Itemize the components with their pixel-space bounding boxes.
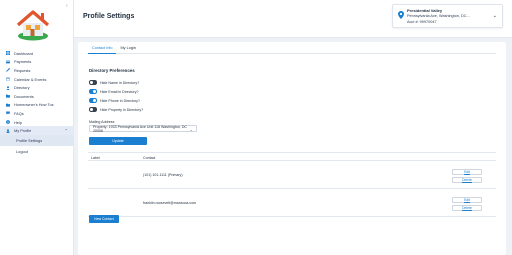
dashboard-icon xyxy=(6,51,10,56)
profile-settings-card: Contact Info My Login Directory Preferen… xyxy=(78,42,506,255)
sidebar-item-how-tos[interactable]: Homeowner's How Tos xyxy=(0,101,74,110)
sidebar-nav: Dashboard Payments Requests Calendar & E… xyxy=(0,49,74,157)
edit-contact-button[interactable]: Edit xyxy=(452,169,482,175)
contacts-table: Label Contact (101) 101-1111 (Primary) E… xyxy=(88,152,496,217)
sidebar-item-label: Directory xyxy=(14,85,30,91)
directory-icon xyxy=(6,85,10,90)
tab-my-login[interactable]: My Login xyxy=(116,42,139,54)
sidebar-item-label: My Profile xyxy=(14,128,32,134)
requests-icon xyxy=(6,68,10,73)
hide-name-toggle[interactable] xyxy=(89,80,97,85)
sidebar-subitem-logout[interactable]: Logout xyxy=(0,146,74,157)
delete-contact-button[interactable]: Delete xyxy=(452,205,482,211)
toggle-label: Hide Name in Directory? xyxy=(100,80,140,85)
table-row: (101) 101-1111 (Primary) Edit Delete xyxy=(88,161,496,189)
top-header: Profile Settings Presidential Valley Pen… xyxy=(74,0,512,38)
hide-phone-toggle[interactable] xyxy=(89,98,97,103)
edit-contact-button[interactable]: Edit xyxy=(452,197,482,203)
toggle-label: Hide Phone in Directory? xyxy=(100,98,140,103)
contact-value: franklin.roosevelt@mansoca.com xyxy=(143,201,197,205)
sidebar-item-label: Help xyxy=(14,119,23,125)
toggle-label: Hide Email in Directory? xyxy=(100,89,139,94)
sidebar-item-calendar[interactable]: Calendar & Events xyxy=(0,75,74,84)
sidebar-item-label: Documents xyxy=(14,93,34,99)
sidebar-item-faqs[interactable]: FAQs xyxy=(0,109,74,118)
column-header-contact: Contact xyxy=(143,155,156,160)
chevron-down-icon: ⌄ xyxy=(189,127,193,132)
sidebar-item-label: Homeowner's How Tos xyxy=(14,102,54,108)
sidebar-item-label: FAQs xyxy=(14,110,24,116)
calendar-icon xyxy=(6,77,10,81)
page-title: Profile Settings xyxy=(83,13,135,20)
sidebar-item-payments[interactable]: Payments xyxy=(0,58,74,67)
sidebar-subitem-label: Profile Settings xyxy=(16,137,43,143)
mailing-address-label: Mailing Address xyxy=(89,120,115,124)
hide-property-toggle[interactable] xyxy=(89,107,97,112)
toggle-row: Hide Name in Directory? xyxy=(89,78,143,87)
location-pin-icon xyxy=(398,11,404,19)
delete-contact-button[interactable]: Delete xyxy=(452,177,482,183)
toggle-row: Hide Property in Directory? xyxy=(89,105,143,114)
sidebar-item-label: Payments xyxy=(14,59,32,65)
chevron-up-icon: ⌃ xyxy=(64,128,68,134)
hide-email-toggle[interactable] xyxy=(89,89,97,94)
mailing-address-select[interactable]: Property: 1933 Pennsylvania Ave Unit 118… xyxy=(89,124,197,133)
account-number: Acct #: 99970047 xyxy=(407,20,437,24)
help-icon xyxy=(6,120,10,124)
toggle-row: Hide Phone in Directory? xyxy=(89,96,143,105)
tab-contact-info[interactable]: Contact Info xyxy=(88,42,117,54)
mailing-address-value: Property: 1933 Pennsylvania Ave Unit 118… xyxy=(93,124,188,133)
folder-icon xyxy=(6,103,10,107)
collapse-sidebar-icon[interactable]: ‹ xyxy=(66,3,68,9)
payments-icon xyxy=(6,60,10,64)
sidebar-item-label: Calendar & Events xyxy=(14,76,47,82)
profile-icon xyxy=(6,128,10,133)
sidebar-item-documents[interactable]: Documents xyxy=(0,92,74,101)
property-address: Pennsylvania Ave, Washington, DC... xyxy=(407,14,470,18)
toggle-label: Hide Property in Directory? xyxy=(100,107,144,112)
sidebar-subitem-profile-settings[interactable]: Profile Settings xyxy=(0,134,74,146)
sidebar-item-my-profile[interactable]: My Profile ⌃ xyxy=(0,126,74,135)
sidebar-item-directory[interactable]: Directory xyxy=(0,83,74,92)
sidebar-item-label: Dashboard xyxy=(14,50,34,56)
property-selector[interactable]: Presidential Valley Pennsylvania Ave, Wa… xyxy=(392,4,503,28)
documents-icon xyxy=(6,94,10,98)
sidebar-item-label: Requests xyxy=(14,67,31,73)
sidebar-item-help[interactable]: Help xyxy=(0,118,74,127)
contact-value: (101) 101-1111 (Primary) xyxy=(143,173,183,177)
table-row: franklin.roosevelt@mansoca.com Edit Dele… xyxy=(88,189,496,217)
chevron-down-icon: ⌄ xyxy=(492,13,497,19)
column-header-label: Label xyxy=(91,155,100,160)
sidebar-item-requests[interactable]: Requests xyxy=(0,66,74,75)
toggle-row: Hide Email in Directory? xyxy=(89,87,143,96)
directory-toggles: Hide Name in Directory? Hide Email in Di… xyxy=(89,78,143,114)
sidebar-item-dashboard[interactable]: Dashboard xyxy=(0,49,74,58)
sidebar: ‹ Dashboard Payments Requests Calendar &… xyxy=(0,0,74,255)
contacts-table-header: Label Contact xyxy=(88,152,496,161)
community-logo xyxy=(12,8,52,42)
directory-preferences-title: Directory Preferences xyxy=(89,68,135,73)
faq-icon xyxy=(6,111,10,116)
update-button[interactable]: Update xyxy=(89,137,147,145)
sidebar-subitem-label: Logout xyxy=(16,148,28,154)
new-contact-button[interactable]: New Contact xyxy=(89,215,119,223)
property-name: Presidential Valley xyxy=(407,8,443,13)
tab-bar: Contact Info My Login xyxy=(88,42,496,54)
